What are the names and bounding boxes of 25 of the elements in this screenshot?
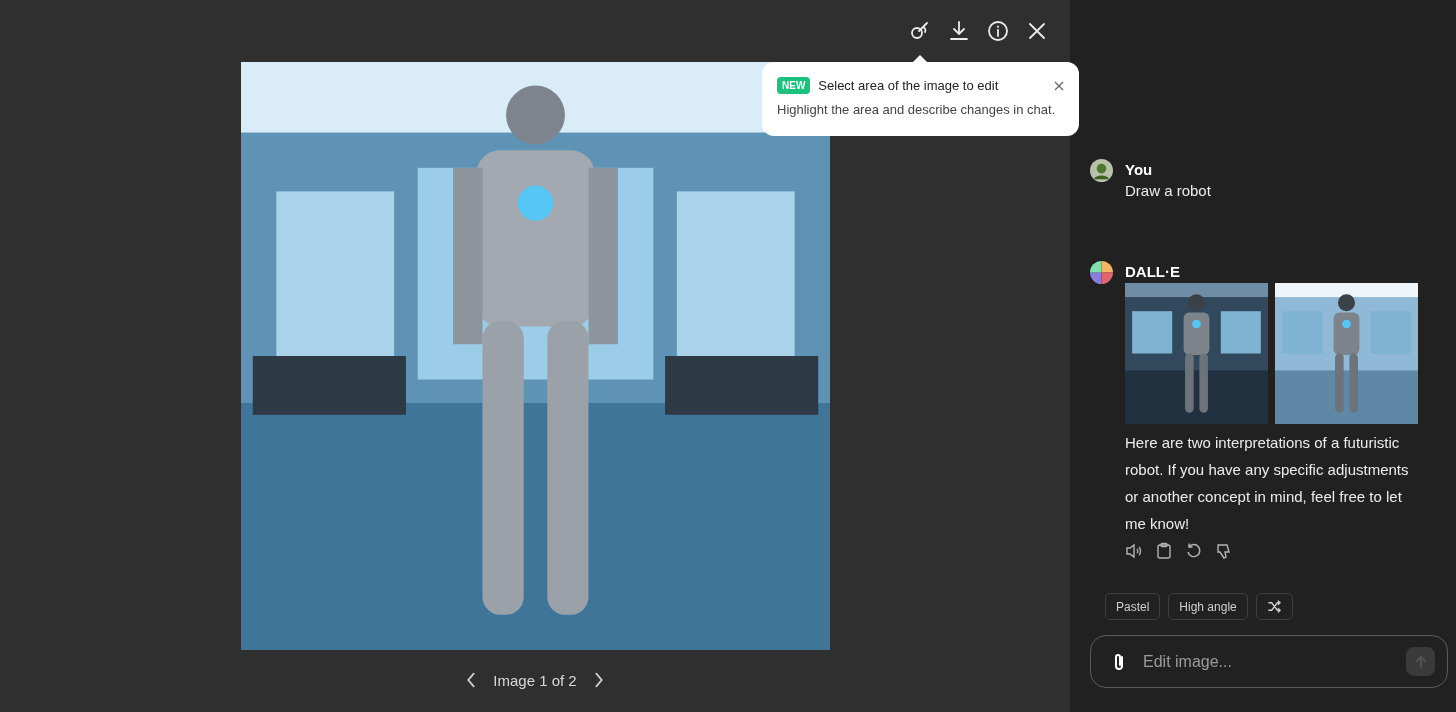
shuffle-button[interactable] (1255, 593, 1293, 620)
info-icon[interactable] (986, 19, 1010, 43)
message-input[interactable]: Edit image... (1141, 651, 1392, 672)
image-counter: Image 1 of 2 (493, 671, 577, 689)
previous-icon[interactable] (465, 671, 478, 689)
next-icon[interactable] (592, 671, 605, 689)
clipboard-icon[interactable] (1155, 542, 1173, 560)
download-icon[interactable] (947, 19, 971, 43)
message-text: Here are two interpretations of a futuristic robot. If you have any specific adjustments or another concept in mind, feel free to let me know! (1125, 433, 1410, 534)
assistant-avatar (1090, 261, 1113, 284)
thumbs-down-icon[interactable] (1215, 542, 1233, 560)
suggestion-chip[interactable]: Pastel (1105, 593, 1161, 620)
new-badge: NEW (777, 77, 811, 94)
close-icon[interactable] (1053, 79, 1065, 92)
suggestion-chip[interactable]: High angle (1168, 593, 1248, 620)
tooltip-title: Select area of the image to edit (818, 78, 1000, 93)
message-text: Draw a robot (1125, 181, 1211, 201)
author-name: DALL·E (1125, 262, 1180, 282)
tooltip-text: Highlight the area and describe changes in chat. (777, 102, 1057, 117)
regenerate-icon[interactable] (1185, 542, 1203, 560)
shuffle-icon (1266, 599, 1282, 614)
user-avatar (1090, 159, 1113, 182)
speaker-icon[interactable] (1125, 542, 1143, 560)
author-name: You (1125, 160, 1153, 180)
composer-field[interactable]: Edit image... (1090, 635, 1448, 688)
